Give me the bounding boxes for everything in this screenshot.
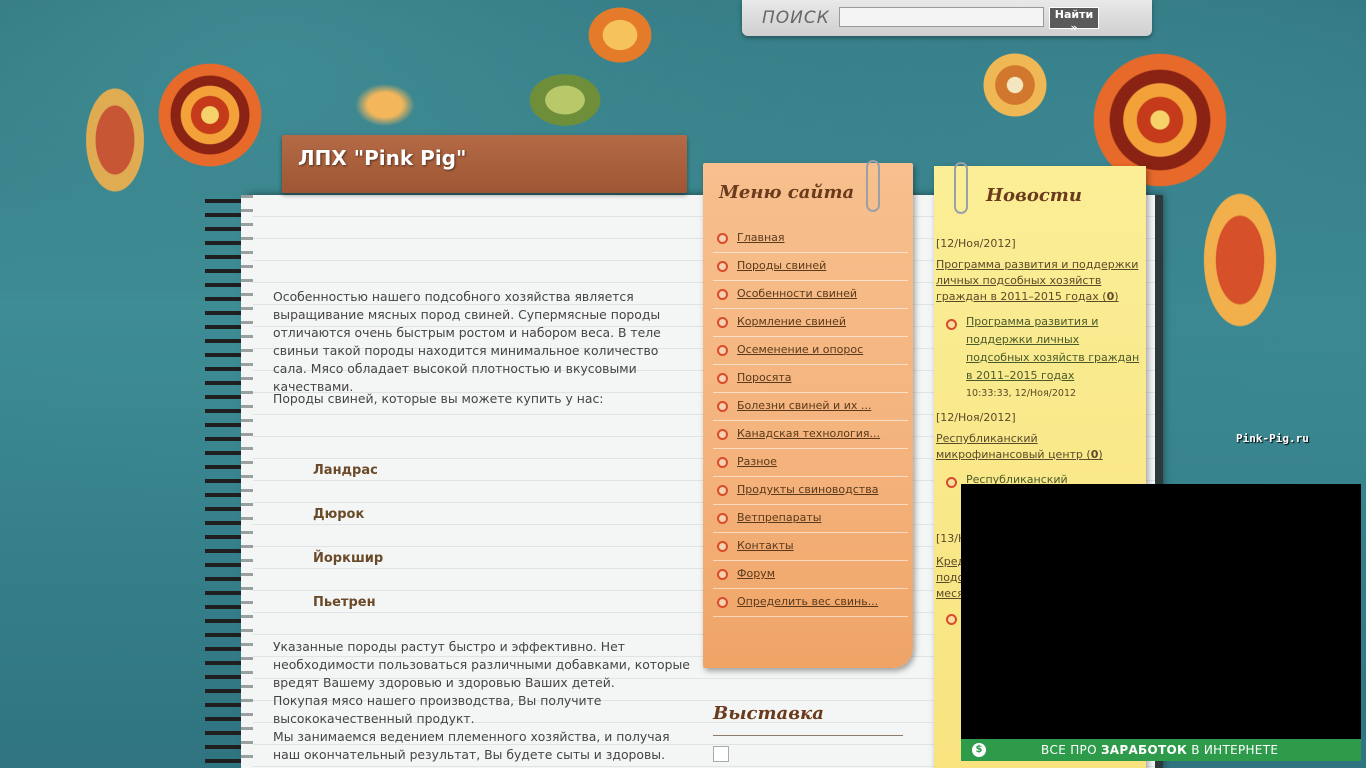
menu-item-weight[interactable]: Определить вес свинь... (713, 589, 908, 617)
bullet-icon (946, 319, 957, 330)
site-menu: Меню сайта Главная Породы свиней Особенн… (703, 160, 913, 668)
bullet-icon (946, 477, 957, 488)
menu-link[interactable]: Осеменение и опорос (737, 343, 863, 356)
decorative-ornament (350, 80, 420, 130)
outro-line: Указанные породы растут быстро и эффекти… (273, 639, 690, 690)
search-input[interactable] (839, 7, 1044, 27)
menu-link[interactable]: Продукты свиноводства (737, 483, 878, 496)
ad-text-suffix: В ИНТЕРНЕТЕ (1187, 743, 1279, 757)
bullet-icon (717, 401, 728, 412)
bullet-icon (717, 233, 728, 244)
menu-item-piglets[interactable]: Поросята (713, 365, 908, 393)
menu-item-breeds[interactable]: Породы свиней (713, 253, 908, 281)
site-watermark-label: Pink-Pig.ru (1236, 432, 1309, 445)
bullet-icon (717, 457, 728, 468)
bullet-icon (717, 541, 728, 552)
menu-link[interactable]: Кормление свиней (737, 315, 846, 328)
menu-link[interactable]: Форум (737, 567, 775, 580)
divider (713, 735, 903, 736)
site-title[interactable]: ЛПХ "Pink Pig" (298, 146, 466, 170)
news-link[interactable]: Кред подс меся (936, 554, 965, 602)
breed-item: Пьетрен (313, 595, 376, 610)
main-content: Особенностью нашего подсобного хозяйства… (262, 240, 702, 768)
bullet-icon (717, 513, 728, 524)
outro-line: Покупая мясо нашего производства, Вы пол… (273, 693, 602, 726)
breeds-heading: Породы свиней, которые вы можете купить … (273, 391, 604, 406)
menu-item-vet[interactable]: Ветпрепараты (713, 505, 908, 533)
menu-item-products[interactable]: Продукты свиноводства (713, 477, 908, 505)
bullet-icon (717, 317, 728, 328)
menu-link[interactable]: Ветпрепараты (737, 511, 821, 524)
menu-link[interactable]: Канадская технология... (737, 427, 880, 440)
menu-link[interactable]: Особенности свиней (737, 287, 857, 300)
bullet-icon (717, 569, 728, 580)
paperclip-icon (954, 162, 968, 214)
menu-item-feeding[interactable]: Кормление свиней (713, 309, 908, 337)
news-entry: Республиканский микрофинансовый центр (0… (936, 432, 1103, 461)
broken-image-icon[interactable] (713, 746, 729, 762)
decorative-ornament (70, 60, 160, 220)
menu-link[interactable]: Поросята (737, 371, 792, 384)
paperclip-icon (866, 160, 880, 212)
outro-paragraph: Указанные породы растут быстро и эффекти… (273, 638, 693, 764)
decorative-ornament (580, 0, 660, 70)
menu-item-forum[interactable]: Форум (713, 561, 908, 589)
bullet-icon (717, 289, 728, 300)
news-link[interactable]: Республиканский микрофинансовый центр (936, 432, 1083, 461)
menu-item-contacts[interactable]: Контакты (713, 533, 908, 561)
menu-link[interactable]: Определить вес свинь... (737, 595, 878, 608)
news-timestamp: 10:33:33, 12/Ноя/2012 (966, 388, 1077, 399)
breed-item: Йоркшир (313, 551, 384, 566)
news-entry: Программа развития и поддержки личных по… (936, 258, 1139, 303)
video-overlay[interactable] (961, 484, 1361, 739)
menu-link[interactable]: Главная (737, 231, 785, 244)
search-bar: ПОИСК Найти » (742, 0, 1152, 36)
menu-link[interactable]: Болезни свиней и их ... (737, 399, 871, 412)
ad-text-prefix: ВСЕ ПРО (1041, 743, 1101, 757)
menu-link[interactable]: Породы свиней (737, 259, 826, 272)
bullet-icon (717, 345, 728, 356)
news-date: [12/Ноя/2012] (936, 237, 1016, 250)
bullet-icon (717, 429, 728, 440)
outro-line: Мы занимаемся ведением племенного хозяйс… (273, 729, 670, 762)
bullet-icon (717, 373, 728, 384)
breed-item: Ландрас (313, 463, 378, 478)
menu-link[interactable]: Контакты (737, 539, 794, 552)
ad-banner[interactable]: $ ВСЕ ПРО ЗАРАБОТОК В ИНТЕРНЕТЕ (961, 739, 1361, 761)
menu-item-home[interactable]: Главная (713, 225, 908, 253)
bullet-icon (946, 614, 957, 625)
notebook-spiral (205, 195, 253, 768)
search-label: ПОИСК (762, 8, 830, 28)
menu-link[interactable]: Разное (737, 455, 777, 468)
breed-item: Дюрок (313, 507, 365, 522)
menu-item-breeding[interactable]: Осеменение и опорос (713, 337, 908, 365)
decorative-ornament (960, 30, 1070, 140)
menu-item-misc[interactable]: Разное (713, 449, 908, 477)
menu-item-features[interactable]: Особенности свиней (713, 281, 908, 309)
menu-item-canadian[interactable]: Канадская технология... (713, 421, 908, 449)
bullet-icon (717, 261, 728, 272)
dollar-icon: $ (972, 743, 986, 757)
comment-count[interactable]: 0 (1091, 448, 1099, 461)
menu-list: Главная Породы свиней Особенности свиней… (713, 225, 908, 617)
comment-count[interactable]: 0 (1107, 290, 1115, 303)
exhibition-title: Выставка (713, 703, 824, 724)
ad-text: ВСЕ ПРО ЗАРАБОТОК В ИНТЕРНЕТЕ (1041, 743, 1278, 757)
bullet-icon (717, 597, 728, 608)
news-title: Новости (986, 185, 1082, 206)
decorative-ornament (150, 55, 270, 175)
decorative-ornament (1180, 150, 1300, 370)
bullet-icon (717, 485, 728, 496)
intro-paragraph: Особенностью нашего подсобного хозяйства… (273, 289, 661, 394)
menu-title: Меню сайта (719, 182, 855, 203)
search-button[interactable]: Найти » (1049, 7, 1099, 34)
ad-text-bold: ЗАРАБОТОК (1100, 743, 1188, 757)
news-date: [12/Ноя/2012] (936, 411, 1016, 424)
decorative-ornament (510, 60, 620, 140)
news-sub-link[interactable]: Программа развития и поддержки личных по… (966, 313, 1141, 385)
title-banner: ЛПХ "Pink Pig" (282, 135, 687, 193)
menu-item-diseases[interactable]: Болезни свиней и их ... (713, 393, 908, 421)
